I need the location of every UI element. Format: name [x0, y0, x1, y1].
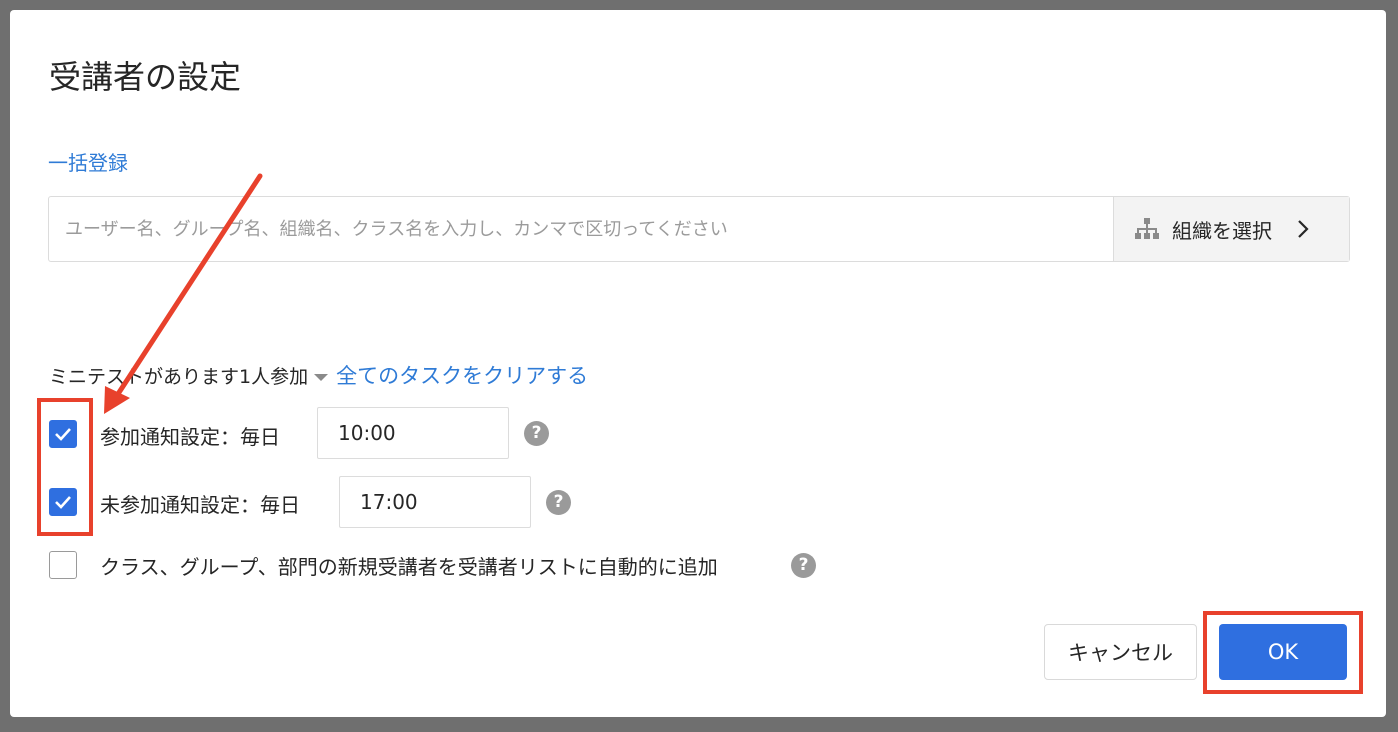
select-organization-label: 組織を選択	[1172, 218, 1272, 243]
participant-settings-dialog: 受講者の設定 一括登録 組織を選択 ミニテストがあります1人参加 全	[10, 10, 1386, 717]
auto-add-members-checkbox[interactable]	[49, 551, 77, 579]
user-search-row: 組織を選択	[48, 196, 1350, 262]
nonjoin-notification-checkbox[interactable]	[49, 488, 77, 516]
clear-all-tasks-link[interactable]: 全てのタスクをクリアする	[336, 360, 588, 390]
select-organization-button[interactable]: 組織を選択	[1113, 197, 1349, 261]
nonjoin-notification-time-input[interactable]	[339, 476, 531, 528]
bulk-register-link[interactable]: 一括登録	[48, 147, 128, 176]
caret-down-icon[interactable]	[314, 373, 329, 381]
join-notification-help-icon[interactable]: ?	[524, 421, 549, 446]
task-summary-dropdown[interactable]: ミニテストがあります1人参加	[49, 362, 308, 389]
nonjoin-notification-label: 未参加通知設定：毎日	[100, 493, 300, 517]
nonjoin-notification-help-icon[interactable]: ?	[546, 490, 571, 515]
checkmark-icon	[55, 428, 71, 441]
join-notification-checkbox[interactable]	[49, 420, 77, 448]
cancel-button[interactable]: キャンセル	[1044, 624, 1197, 680]
join-notification-label: 参加通知設定：毎日	[100, 425, 280, 449]
checkmark-icon	[55, 496, 71, 509]
task-summary-row: ミニテストがあります1人参加 全てのタスクをクリアする	[49, 360, 588, 390]
auto-add-members-label: クラス、グループ、部門の新規受講者を受講者リストに自動的に追加	[100, 555, 718, 579]
join-notification-time-input[interactable]	[317, 407, 509, 459]
auto-add-members-help-icon[interactable]: ?	[791, 553, 816, 578]
dialog-title: 受講者の設定	[49, 58, 242, 96]
user-search-input[interactable]	[49, 197, 1113, 261]
chevron-right-icon	[1298, 220, 1309, 238]
ok-button[interactable]: OK	[1219, 624, 1347, 680]
org-chart-icon	[1135, 218, 1159, 239]
